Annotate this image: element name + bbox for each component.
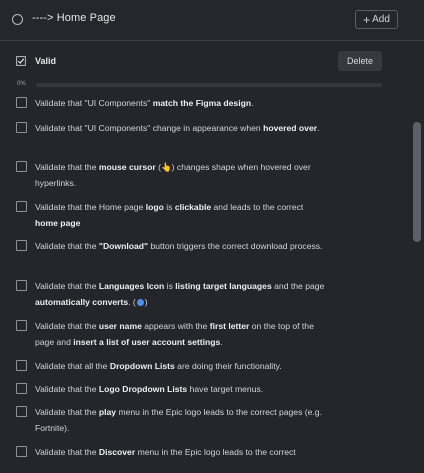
emphasis-text: listing target languages — [175, 281, 272, 291]
text-fragment: appears with the — [141, 321, 210, 331]
emphasis-text: match the Figma design — [152, 98, 252, 108]
checklist-item: Validate that "UI Components" match the … — [0, 94, 410, 119]
checklist-item-text[interactable]: Validate that the play menu in the Epic … — [35, 404, 325, 436]
plus-icon: + — [363, 12, 371, 27]
progress-percent: 0% — [17, 81, 26, 87]
checklist-items: Validate that "UI Components" match the … — [0, 94, 410, 473]
text-fragment: is — [164, 281, 176, 291]
checkbox[interactable] — [16, 360, 27, 371]
emphasis-text: "Download" — [98, 241, 149, 251]
emphasis-text: mouse cursor — [98, 162, 156, 172]
emphasis-text: hovered over — [263, 123, 318, 133]
checklist-item: Validate that the Home page logo is clic… — [0, 198, 410, 237]
checkbox[interactable] — [16, 97, 27, 108]
emphasis-text: home page — [35, 218, 81, 228]
emphasis-text: logo — [145, 202, 164, 212]
checklist-group-name[interactable]: Valid — [35, 56, 56, 66]
checklist-item-text[interactable]: Validate that the Languages Icon is list… — [35, 278, 325, 310]
text-fragment: Validate that the — [35, 447, 99, 457]
text-fragment: Validate that the — [35, 281, 99, 291]
checklist-item-text[interactable]: Validate that the mouse cursor (👆) chang… — [35, 159, 325, 191]
text-fragment: ) — [144, 297, 148, 307]
progress-bar — [36, 83, 382, 87]
delete-button[interactable]: Delete — [338, 51, 382, 71]
checklist-item-text[interactable]: Validate that the Home page logo is clic… — [35, 199, 325, 231]
checklist-item: Validate that the play menu in the Epic … — [0, 403, 410, 443]
text-fragment: Validate that the — [35, 384, 99, 394]
text-fragment: Validate that the — [35, 321, 99, 331]
text-fragment: Validate that the — [35, 407, 99, 417]
checkbox[interactable] — [16, 201, 27, 212]
text-fragment: and the page — [271, 281, 325, 291]
section-status-circle-icon[interactable] — [12, 14, 23, 25]
checkbox[interactable] — [16, 383, 27, 394]
checkbox[interactable] — [16, 406, 27, 417]
emphasis-text: insert a list of user account settings — [73, 337, 221, 347]
emphasis-text: first letter — [209, 321, 250, 331]
emphasis-text: automatically converts — [35, 297, 129, 307]
emphasis-text: Discover — [98, 447, 136, 457]
emphasis-text: Languages Icon — [98, 281, 165, 291]
checklist-item: Validate that the "Download" button trig… — [0, 237, 410, 277]
text-fragment: and leads to the correct — [211, 202, 304, 212]
checkbox[interactable] — [16, 320, 27, 331]
emphasis-text: user name — [98, 321, 142, 331]
checklist-item-text[interactable]: Validate that the Discover menu in the E… — [35, 444, 325, 460]
text-fragment: . — [220, 337, 223, 347]
checklist-item-text[interactable]: Validate that the user name appears with… — [35, 318, 325, 350]
text-fragment: . — [317, 123, 320, 133]
checklist-item-text[interactable]: Validate that "UI Components" change in … — [35, 120, 325, 136]
globe-icon — [136, 299, 144, 306]
text-fragment: Validate that the Home page — [35, 202, 146, 212]
text-fragment: . ( — [128, 297, 136, 307]
checklist-item: Validate that the mouse cursor (👆) chang… — [0, 158, 410, 198]
checkbox[interactable] — [16, 446, 27, 457]
checkbox[interactable] — [16, 161, 27, 172]
text-fragment: Validate that the — [35, 162, 99, 172]
checklist-item: Validate that the Languages Icon is list… — [0, 277, 410, 317]
header-divider — [0, 40, 424, 41]
text-fragment: is — [163, 202, 175, 212]
text-fragment: Validate that "UI Components" change in … — [35, 123, 264, 133]
checklist-item: Validate that the Discover menu in the E… — [0, 443, 410, 473]
checklist-item-text[interactable]: Validate that all the Dropdown Lists are… — [35, 358, 325, 374]
checklist-item-text[interactable]: Validate that "UI Components" match the … — [35, 95, 325, 111]
progress-row: 0% — [0, 79, 410, 91]
checklist-item: Validate that all the Dropdown Lists are… — [0, 357, 410, 380]
checkbox[interactable] — [16, 240, 27, 251]
scrollbar-thumb[interactable] — [413, 122, 421, 242]
checkbox-checked-icon[interactable] — [16, 56, 26, 66]
text-fragment: . — [251, 98, 254, 108]
checklist-item: Validate that the Logo Dropdown Lists ha… — [0, 380, 410, 403]
text-fragment: are doing their functionality. — [174, 361, 282, 371]
checklist-item-text[interactable]: Validate that the Logo Dropdown Lists ha… — [35, 381, 325, 397]
text-fragment: menu in the Epic logo leads to the corre… — [135, 447, 296, 457]
checklist-item-text[interactable]: Validate that the "Download" button trig… — [35, 238, 325, 254]
emphasis-text: Dropdown Lists — [109, 361, 175, 371]
text-fragment: Validate that the — [35, 241, 99, 251]
text-fragment: Validate that all the — [35, 361, 110, 371]
checkbox[interactable] — [16, 122, 27, 133]
checklist-item: Validate that the user name appears with… — [0, 317, 410, 357]
checklist-item: Validate that "UI Components" change in … — [0, 119, 410, 158]
checklist-group-header: Valid Delete — [0, 48, 410, 76]
text-fragment: have target menus. — [187, 384, 264, 394]
emphasis-text: Logo Dropdown Lists — [98, 384, 188, 394]
emphasis-text: clickable — [174, 202, 212, 212]
add-button[interactable]: + Add — [355, 10, 398, 29]
add-button-label: Add — [372, 14, 390, 25]
text-fragment: button triggers the correct download pro… — [148, 241, 323, 251]
checkbox[interactable] — [16, 280, 27, 291]
section-header: ----> Home Page + Add — [0, 0, 424, 40]
text-fragment: Validate that "UI Components" — [35, 98, 153, 108]
emphasis-text: play — [98, 407, 117, 417]
section-title[interactable]: ----> Home Page — [32, 12, 116, 24]
